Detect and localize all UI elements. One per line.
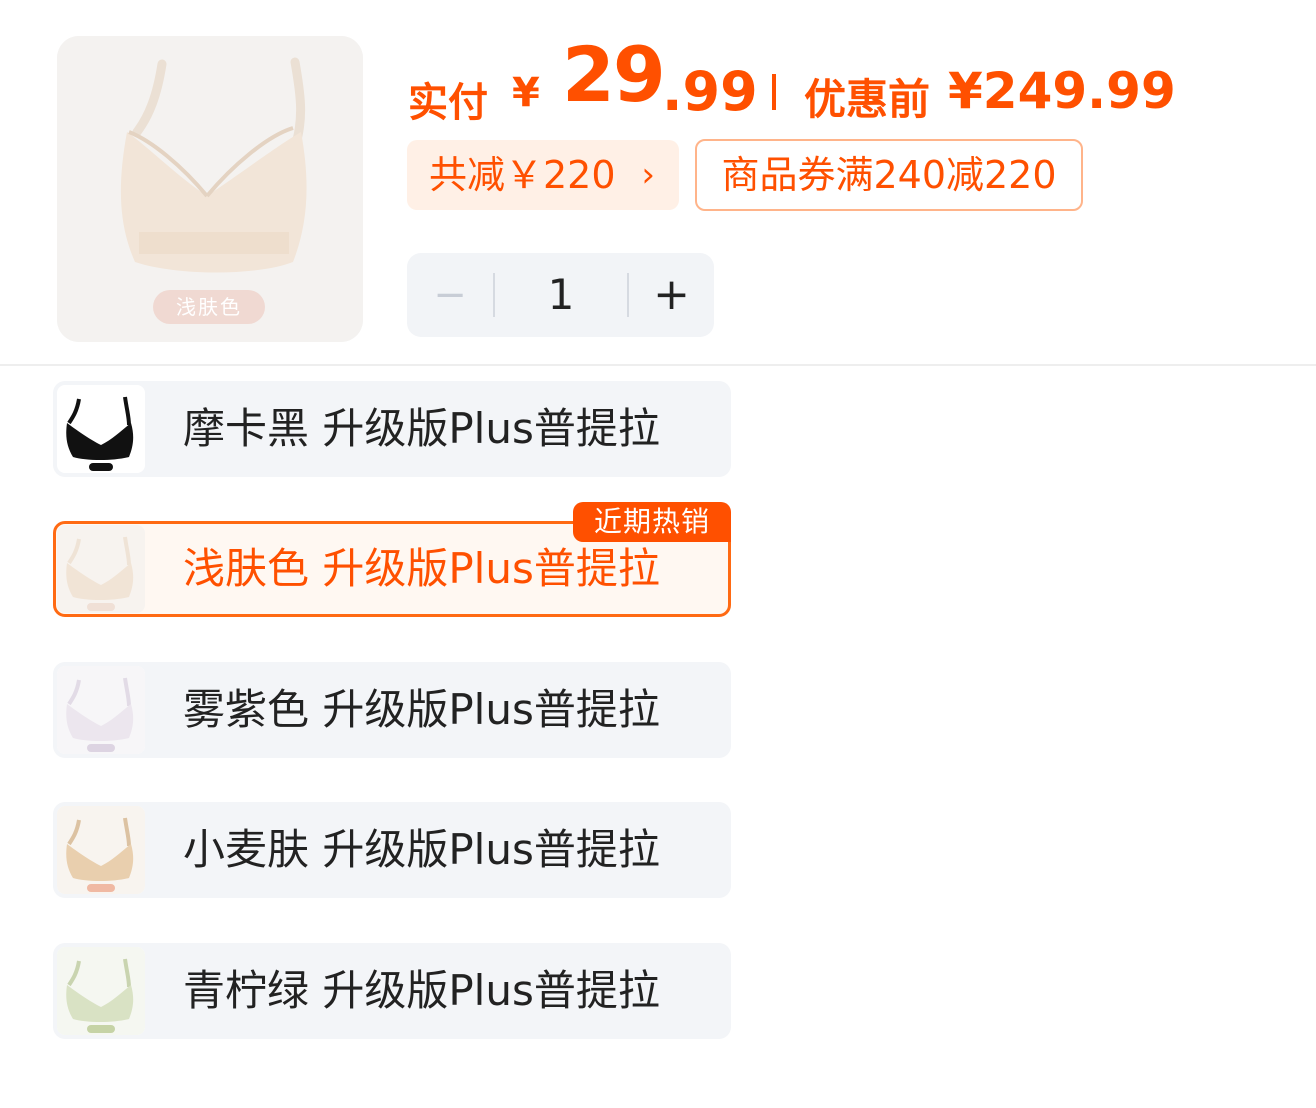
variant-label: 雾紫色 升级版Plus普提拉 bbox=[183, 685, 660, 734]
variant-label: 青柠绿 升级版Plus普提拉 bbox=[183, 966, 660, 1015]
pay-price-integer: 29 bbox=[562, 30, 666, 119]
quantity-value[interactable]: 1 bbox=[495, 253, 627, 337]
total-discount-button[interactable]: 共减￥220 › bbox=[407, 140, 679, 210]
color-tag: 浅肤色 bbox=[153, 290, 265, 324]
coupon-badge[interactable]: 商品券满240减220 bbox=[695, 139, 1083, 211]
product-image[interactable]: 浅肤色 bbox=[57, 36, 363, 342]
variant-thumbnail bbox=[57, 666, 145, 754]
pay-label: 实付 bbox=[408, 80, 488, 126]
variant-option[interactable]: 小麦肤 升级版Plus普提拉 bbox=[53, 802, 731, 898]
pay-currency: ¥ bbox=[512, 70, 540, 116]
variant-option[interactable]: 摩卡黑 升级版Plus普提拉 bbox=[53, 381, 731, 477]
variant-thumbnail bbox=[57, 385, 145, 473]
variant-thumbnail bbox=[57, 525, 145, 613]
increase-button[interactable]: + bbox=[629, 253, 714, 337]
original-price-label: 优惠前 bbox=[804, 75, 931, 124]
chevron-right-icon: › bbox=[641, 155, 655, 195]
variant-thumbnail bbox=[57, 947, 145, 1035]
variant-thumbnail bbox=[57, 806, 145, 894]
variant-label: 摩卡黑 升级版Plus普提拉 bbox=[183, 404, 660, 453]
hot-sale-badge: 近期热销 bbox=[573, 502, 731, 542]
variant-option[interactable]: 雾紫色 升级版Plus普提拉 bbox=[53, 662, 731, 758]
original-price: ¥249.99 bbox=[948, 62, 1176, 120]
variant-option[interactable]: 青柠绿 升级版Plus普提拉 bbox=[53, 943, 731, 1039]
price-row: 实付 ¥ 29 .99 优惠前 ¥249.99 bbox=[408, 30, 1288, 126]
section-divider bbox=[0, 364, 1316, 366]
total-discount-label: 共减￥220 bbox=[429, 153, 616, 197]
price-divider bbox=[772, 74, 776, 110]
pay-price-decimal: .99 bbox=[662, 60, 758, 123]
variant-label: 小麦肤 升级版Plus普提拉 bbox=[183, 825, 660, 874]
decrease-button[interactable]: − bbox=[407, 253, 493, 337]
quantity-stepper: − 1 + bbox=[407, 253, 714, 337]
